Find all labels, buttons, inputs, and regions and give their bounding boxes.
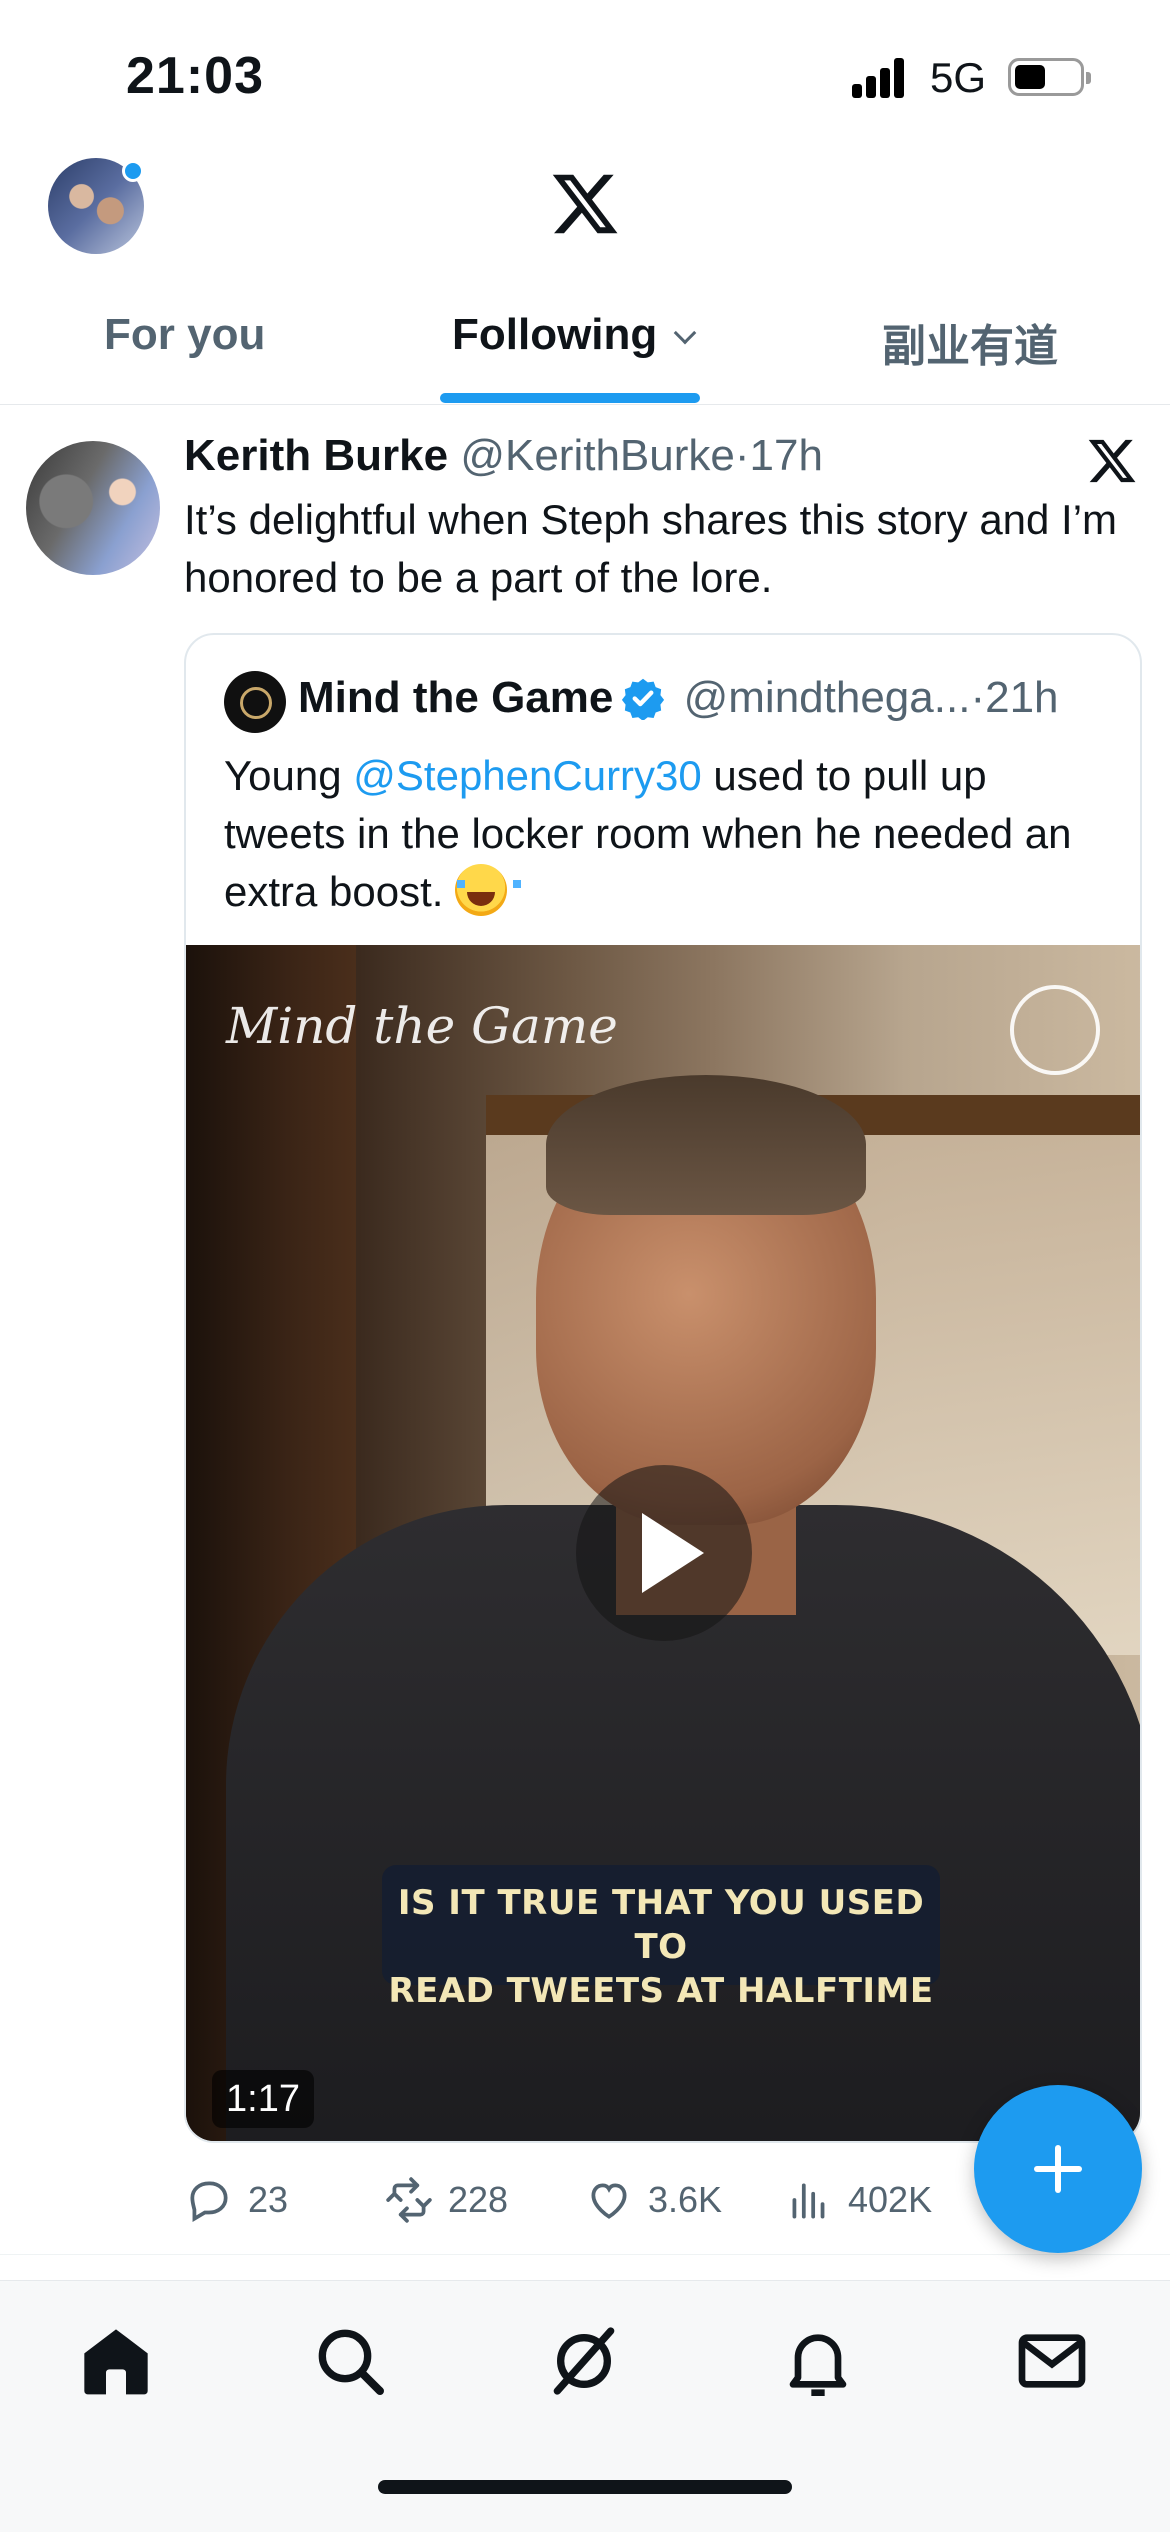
views-button[interactable]: 402K <box>784 2165 932 2235</box>
home-icon[interactable] <box>76 2321 156 2401</box>
quoted-author-avatar[interactable] <box>224 671 286 733</box>
battery-icon <box>1008 58 1091 96</box>
search-icon[interactable] <box>310 2321 390 2401</box>
author-handle[interactable]: @KerithBurke <box>460 431 735 480</box>
tab-for-you[interactable]: For you <box>104 310 265 360</box>
caption-line-1: IS IT TRUE THAT YOU USED TO <box>397 1883 925 1967</box>
bottom-nav <box>0 2280 1170 2532</box>
chevron-down-icon <box>673 321 697 345</box>
top-bar <box>0 150 1170 265</box>
x-logo-icon <box>552 174 618 234</box>
video-brand-overlay: Mind the Game <box>226 997 618 1055</box>
author-name[interactable]: Kerith Burke <box>184 431 448 480</box>
uninterrupted-logo <box>1010 985 1100 1075</box>
quoted-author-name[interactable]: Mind the Game <box>298 673 613 722</box>
video-person-hair <box>546 1075 866 1215</box>
verified-badge-icon <box>622 678 665 720</box>
tab-following-label: Following <box>452 310 658 359</box>
quoted-author-handle[interactable]: @mindthega... <box>684 673 971 722</box>
grok-icon[interactable] <box>544 2321 624 2401</box>
notifications-bell-icon[interactable] <box>778 2321 858 2401</box>
active-tab-indicator <box>440 393 700 403</box>
analytics-icon <box>792 2183 825 2219</box>
reply-button[interactable]: 23 <box>184 2165 288 2235</box>
repost-count: 228 <box>448 2179 509 2220</box>
quoted-tweet[interactable]: Mind the Game @mindthega...·21h Young @S… <box>184 633 1142 2143</box>
cellular-signal-icon <box>852 56 914 98</box>
meta-separator: · <box>734 431 750 480</box>
network-type: 5G <box>930 54 987 101</box>
quoted-tweet-header: Mind the Game @mindthega...·21h <box>298 673 1059 723</box>
caption-line-2: READ TWEETS AT HALFTIME <box>388 1971 934 2011</box>
like-button[interactable]: 3.6K <box>584 2165 722 2235</box>
view-count: 402K <box>848 2179 933 2220</box>
mention-link[interactable]: @StephenCurry30 <box>353 752 702 799</box>
quoted-meta-separator: · <box>970 673 986 722</box>
quoted-tweet-text: Young @StephenCurry30 used to pull up tw… <box>224 747 1104 921</box>
tweet-time[interactable]: 17h <box>750 431 823 480</box>
video-duration: 1:17 <box>212 2070 314 2128</box>
tweet-text: It’s delightful when Steph shares this s… <box>184 496 1118 601</box>
reply-count: 23 <box>248 2179 289 2220</box>
heart-icon <box>591 2183 627 2219</box>
tweet-actions: 23 228 3.6K 402K <box>184 2165 1004 2235</box>
notification-dot <box>122 160 144 182</box>
status-time: 21:03 <box>126 47 264 105</box>
like-count: 3.6K <box>648 2179 723 2220</box>
messages-mail-icon[interactable] <box>1012 2321 1092 2401</box>
video-player[interactable]: Mind the Game IS IT TRUE THAT YOU USED T… <box>186 945 1140 2141</box>
tab-custom-list[interactable]: 副业有道 <box>882 310 1058 374</box>
grok-x-icon[interactable] <box>1086 435 1138 487</box>
repost-button[interactable]: 228 <box>384 2165 508 2235</box>
repost-icon <box>386 2177 432 2223</box>
status-bar: 21:03 5G <box>0 0 1170 150</box>
laughing-crying-emoji-icon <box>455 864 522 916</box>
home-indicator[interactable] <box>378 2480 792 2494</box>
timeline-tabs: For you Following 副业有道 <box>0 280 1170 405</box>
quoted-tweet-time[interactable]: 21h <box>985 673 1058 722</box>
play-icon[interactable] <box>576 1465 752 1641</box>
tweet-header: Kerith Burke @KerithBurke·17h <box>184 431 823 481</box>
reply-icon <box>190 2181 228 2223</box>
video-caption: IS IT TRUE THAT YOU USED TO READ TWEETS … <box>382 1865 940 2011</box>
quoted-text-before: Young <box>224 752 354 799</box>
tweet[interactable]: Kerith Burke @KerithBurke·17h It’s delig… <box>0 405 1170 2255</box>
author-avatar[interactable] <box>26 441 160 575</box>
tab-following[interactable]: Following <box>452 310 697 360</box>
compose-button[interactable] <box>974 2085 1142 2253</box>
